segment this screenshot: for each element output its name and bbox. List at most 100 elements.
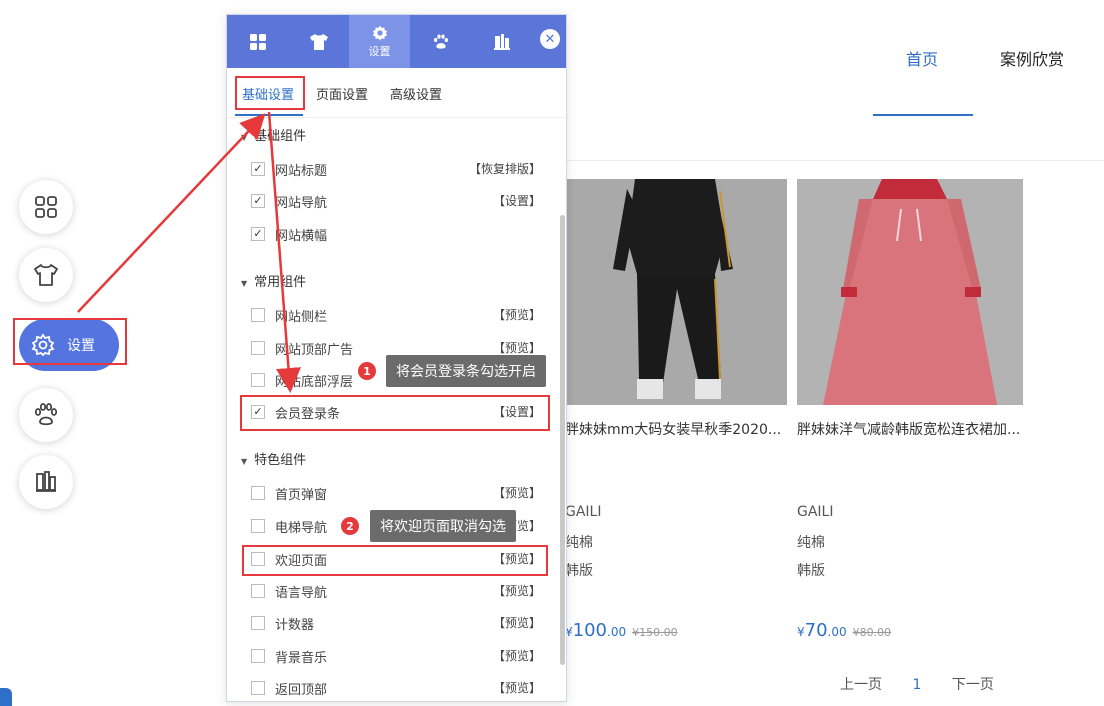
modules-button[interactable] xyxy=(19,180,73,234)
corner-widget[interactable] xyxy=(0,688,12,706)
product-style: 韩版 xyxy=(565,563,593,579)
setting-checkbox[interactable] xyxy=(251,373,265,387)
nav-cases-link[interactable]: 案例欣赏 xyxy=(982,46,1082,70)
setting-checkbox[interactable] xyxy=(251,308,265,322)
setting-checkbox[interactable]: ✓ xyxy=(251,227,265,241)
product-title[interactable]: 胖妹妹mm大码女装早秋季2020... xyxy=(565,419,781,439)
setting-checkbox[interactable] xyxy=(251,681,265,695)
price-int: 70 xyxy=(804,620,828,641)
tab-style[interactable] xyxy=(288,15,349,68)
tab-plugins[interactable] xyxy=(410,15,471,68)
setting-action-link[interactable]: 【预览】 xyxy=(493,582,541,599)
tab-settings[interactable]: 设置 xyxy=(349,15,410,68)
paw-icon xyxy=(433,34,448,49)
panel-header: 设置 ✕ xyxy=(227,15,566,68)
product-material: 纯棉 xyxy=(797,535,825,551)
setting-action-link[interactable]: 【恢复排版】 xyxy=(469,160,541,177)
setting-name: 背景音乐 xyxy=(275,651,328,666)
tip-number-badge: 1 xyxy=(358,362,376,380)
style-button[interactable] xyxy=(19,248,73,302)
setting-row[interactable]: 语言导航 【预览】 xyxy=(251,582,541,602)
header-divider xyxy=(565,160,1104,161)
current-page[interactable]: 1 xyxy=(912,677,921,693)
plugins-button[interactable] xyxy=(19,388,73,442)
tab-settings-label: 设置 xyxy=(368,44,391,58)
caret-down-icon: ▼ xyxy=(241,457,248,466)
subtab-page[interactable]: 页面设置 xyxy=(316,84,368,103)
setting-checkbox[interactable] xyxy=(251,341,265,355)
product-brand: GAILI xyxy=(565,504,602,520)
group-basic[interactable]: ▼ 基础组件 xyxy=(241,125,306,144)
panel-scrollbar[interactable] xyxy=(560,215,565,665)
setting-action-link[interactable]: 【设置】 xyxy=(493,192,541,209)
group-special[interactable]: ▼ 特色组件 xyxy=(241,449,306,468)
highlight-box xyxy=(235,76,305,110)
tip-tooltip: 将会员登录条勾选开启 xyxy=(386,355,546,387)
setting-row[interactable]: ✓ 网站横幅 xyxy=(251,225,541,245)
setting-checkbox[interactable]: ✓ xyxy=(251,162,265,176)
product-brand: GAILI xyxy=(797,504,834,520)
setting-name: 网站顶部广告 xyxy=(275,343,354,358)
setting-action-link[interactable]: 【预览】 xyxy=(493,306,541,323)
tip-number-badge: 2 xyxy=(341,517,359,535)
setting-checkbox[interactable] xyxy=(251,519,265,533)
group-common[interactable]: ▼ 常用组件 xyxy=(241,271,306,290)
books-icon xyxy=(493,33,510,50)
prev-page-link[interactable]: 上一页 xyxy=(840,677,882,693)
setting-action-link[interactable]: 【预览】 xyxy=(493,679,541,696)
setting-row[interactable]: 返回顶部 【预览】 xyxy=(251,679,541,699)
old-price: ¥80.00 xyxy=(852,626,892,639)
caret-down-icon: ▼ xyxy=(241,279,248,288)
price-dec: .00 xyxy=(827,625,847,639)
setting-row[interactable]: 背景音乐 【预览】 xyxy=(251,647,541,667)
product-image[interactable] xyxy=(797,179,1023,405)
setting-action-link[interactable]: 【预览】 xyxy=(493,484,541,501)
pagination: 上一页 1 下一页 xyxy=(840,674,1020,694)
tip-tooltip: 将欢迎页面取消勾选 xyxy=(370,510,516,542)
group-label: 特色组件 xyxy=(254,453,307,468)
tab-resources[interactable] xyxy=(471,15,532,68)
group-label: 常用组件 xyxy=(254,275,307,290)
nav-active-underline xyxy=(873,114,973,116)
caret-down-icon: ▼ xyxy=(241,133,248,142)
setting-checkbox[interactable] xyxy=(251,616,265,630)
product-image[interactable] xyxy=(565,179,787,405)
setting-name: 网站底部浮层 xyxy=(275,375,354,390)
setting-action-link[interactable]: 【预览】 xyxy=(493,614,541,631)
nav-home-link[interactable]: 首页 xyxy=(872,46,972,70)
setting-row[interactable]: ✓ 网站标题 【恢复排版】 xyxy=(251,160,541,180)
next-page-link[interactable]: 下一页 xyxy=(952,677,994,693)
close-icon[interactable]: ✕ xyxy=(540,29,560,49)
books-icon xyxy=(36,471,56,492)
highlight-box xyxy=(13,318,127,365)
subtab-underline xyxy=(235,114,303,116)
product-price: ¥70.00 ¥80.00 xyxy=(797,620,891,641)
setting-name: 语言导航 xyxy=(275,586,328,601)
tab-modules[interactable] xyxy=(227,15,288,68)
setting-name: 网站横幅 xyxy=(275,229,328,244)
highlight-box xyxy=(240,395,550,431)
setting-row[interactable]: 首页弹窗 【预览】 xyxy=(251,484,541,504)
shirt-icon xyxy=(309,33,328,50)
product-title[interactable]: 胖妹妹洋气减龄韩版宽松连衣裙加... xyxy=(797,419,1020,439)
product-style: 韩版 xyxy=(797,563,825,579)
setting-checkbox[interactable] xyxy=(251,584,265,598)
subtab-advanced[interactable]: 高级设置 xyxy=(390,84,442,103)
setting-row[interactable]: 计数器 【预览】 xyxy=(251,614,541,634)
setting-name: 网站导航 xyxy=(275,196,328,211)
grid-icon xyxy=(35,196,57,218)
setting-checkbox[interactable] xyxy=(251,486,265,500)
setting-action-link[interactable]: 【预览】 xyxy=(493,339,541,356)
setting-checkbox[interactable]: ✓ xyxy=(251,194,265,208)
setting-checkbox[interactable] xyxy=(251,649,265,663)
setting-name: 网站标题 xyxy=(275,164,328,179)
product-price: ¥100.00 ¥150.00 xyxy=(565,620,678,641)
setting-action-link[interactable]: 【预览】 xyxy=(493,647,541,664)
setting-name: 网站侧栏 xyxy=(275,310,328,325)
setting-row[interactable]: 网站侧栏 【预览】 xyxy=(251,306,541,326)
product-material: 纯棉 xyxy=(565,535,593,551)
setting-name: 返回顶部 xyxy=(275,683,328,698)
shirt-icon xyxy=(34,264,58,286)
setting-row[interactable]: ✓ 网站导航 【设置】 xyxy=(251,192,541,212)
resources-button[interactable] xyxy=(19,455,73,509)
